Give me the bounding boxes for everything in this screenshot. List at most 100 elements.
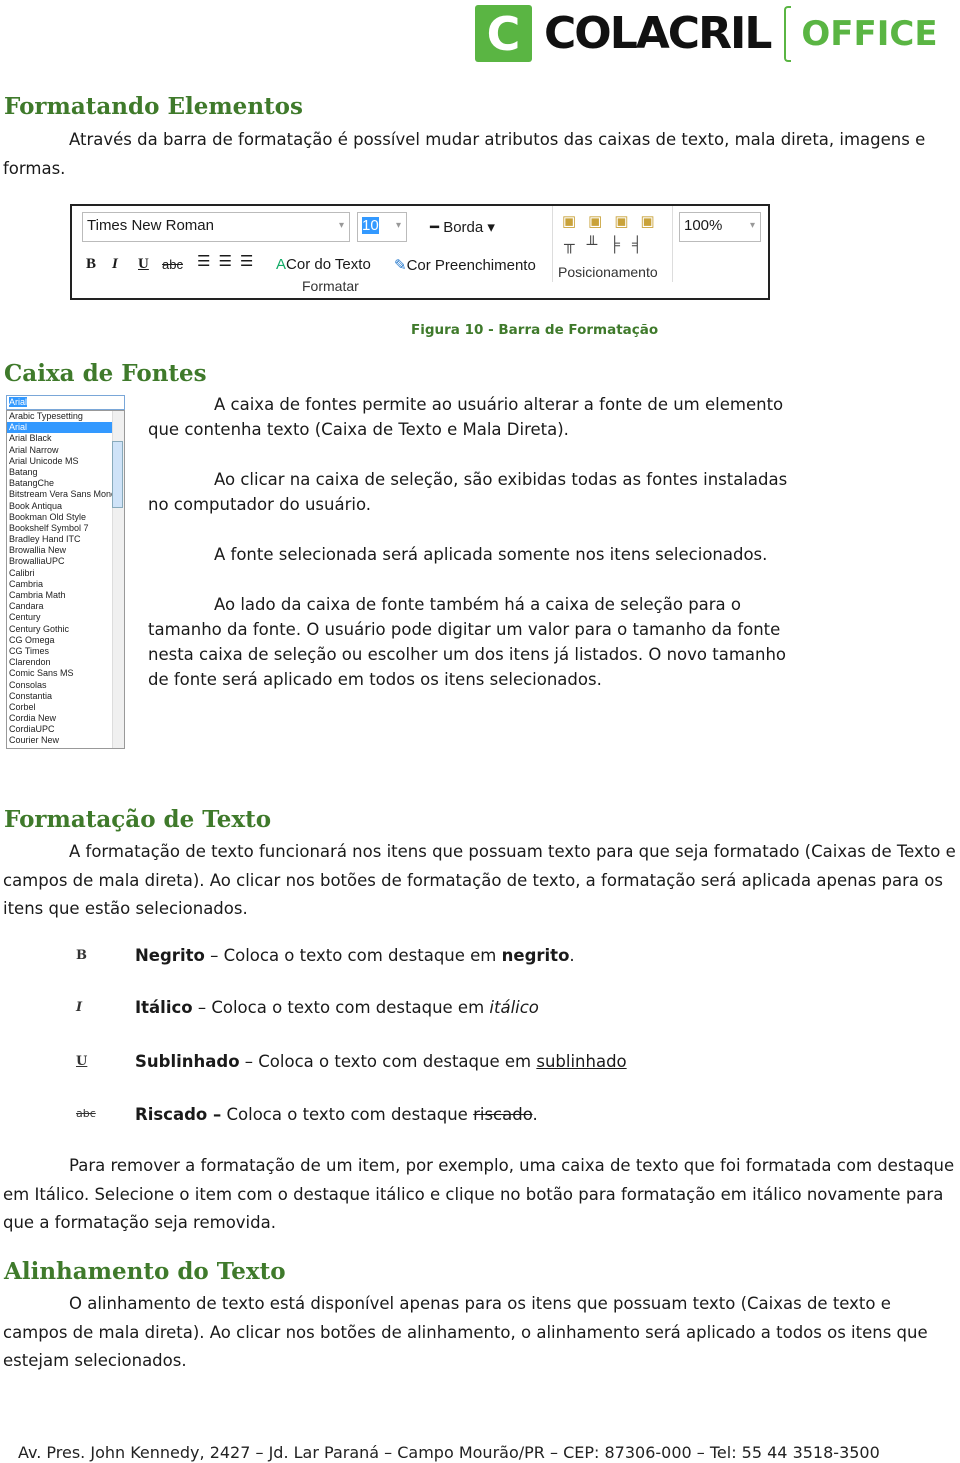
underline-icon: U <box>76 1054 88 1069</box>
font-list[interactable]: Arabic Typesetting Arial Arial Black Arial … <box>6 410 125 749</box>
italic-button[interactable]: I <box>112 256 118 273</box>
scrollbar-thumb[interactable] <box>112 441 123 508</box>
logo-bracket <box>784 5 792 62</box>
group-label-formatar: Formatar <box>302 278 359 294</box>
paragraph: Ao lado da caixa de fonte também há a ca… <box>148 595 787 689</box>
text-color-button[interactable]: ACor do Texto <box>276 256 371 273</box>
format-desc: Coloca o texto com destaque em <box>211 998 490 1017</box>
font-option[interactable]: CG Times <box>7 646 113 657</box>
font-select[interactable]: Times New Roman ▾ <box>82 212 350 242</box>
document-page: C COLACRIL OFFICE Formatando Elementos A… <box>0 0 960 1463</box>
font-option[interactable]: Arial Black <box>7 433 113 444</box>
font-option[interactable]: Century <box>7 612 113 623</box>
font-option[interactable]: Cambria Math <box>7 590 113 601</box>
chevron-down-icon: ▾ <box>749 220 755 231</box>
format-example: negrito <box>501 946 570 965</box>
border-button[interactable]: ━ Borda ▾ <box>430 218 495 236</box>
scrollbar[interactable] <box>112 411 124 748</box>
strike-icon: abc <box>76 1107 96 1120</box>
punct: . <box>569 946 575 965</box>
font-option[interactable]: Century Gothic <box>7 624 113 635</box>
size-select[interactable]: 10 ▾ <box>357 212 407 242</box>
paragraph: O alinhamento de texto está disponível a… <box>3 1294 928 1370</box>
italic-icon: I <box>76 1000 83 1015</box>
paragraph: A fonte selecionada será aplicada soment… <box>214 545 768 564</box>
format-desc: Coloca o texto com destaque em <box>258 1052 537 1071</box>
heading-caixa-fontes: Caixa de Fontes <box>4 360 207 387</box>
font-option[interactable]: CG Omega <box>7 635 113 646</box>
font-option[interactable]: Candara <box>7 601 113 612</box>
fill-color-button[interactable]: ✎Cor Preenchimento <box>394 256 536 274</box>
divider <box>672 206 673 282</box>
separator: – <box>239 1052 259 1071</box>
font-option[interactable]: Arial Unicode MS <box>7 456 113 467</box>
font-option[interactable]: BatangChe <box>7 478 113 489</box>
chevron-down-icon: ▾ <box>338 220 344 231</box>
font-option[interactable]: Corbel <box>7 702 113 713</box>
font-option[interactable]: Cordia New <box>7 713 113 724</box>
text-color-icon: A <box>276 256 287 273</box>
align-center-icon[interactable]: ☰ <box>218 253 239 270</box>
fill-color-icon: ✎ <box>394 257 407 274</box>
paragraph: A formatação de texto funcionará nos ite… <box>3 842 956 918</box>
fill-color-label: Cor Preenchimento <box>406 257 536 274</box>
align-buttons[interactable]: ☰☰☰ <box>197 252 261 270</box>
separator: – <box>204 946 224 965</box>
font-option[interactable]: Consolas <box>7 680 113 691</box>
font-option[interactable]: Calibri <box>7 568 113 579</box>
align-right-icon[interactable]: ☰ <box>240 253 261 270</box>
border-label: Borda <box>443 219 484 236</box>
font-option[interactable]: Bitstream Vera Sans Mono <box>7 489 113 500</box>
font-option[interactable]: Arial <box>7 422 113 434</box>
heading-formatacao-texto: Formatação de Texto <box>4 806 272 833</box>
logo-sub: OFFICE <box>801 13 938 54</box>
font-option[interactable]: CordiaUPC <box>7 724 113 735</box>
paragraph: Para remover a formatação de um item, po… <box>3 1156 955 1232</box>
font-option[interactable]: BrowalliaUPC <box>7 556 113 567</box>
font-option[interactable]: Batang <box>7 467 113 478</box>
font-option[interactable]: Cambria <box>7 579 113 590</box>
font-option[interactable]: Arial Narrow <box>7 445 113 456</box>
position-buttons[interactable]: ╥╨╞╡ <box>564 236 655 253</box>
font-option[interactable]: Courier New <box>7 735 113 746</box>
align-left-icon[interactable]: ☰ <box>197 253 218 270</box>
font-option[interactable]: Arabic Typesetting <box>7 411 113 422</box>
font-selected: Arial <box>9 397 28 407</box>
font-option[interactable]: Bookshelf Symbol 7 <box>7 523 113 534</box>
strike-button[interactable]: abc <box>162 257 183 272</box>
format-example: itálico <box>489 998 539 1017</box>
chevron-down-icon: ▾ <box>395 220 401 231</box>
format-desc: Coloca o texto com destaque <box>226 1105 474 1124</box>
paragraph: A caixa de fontes permite ao usuário alt… <box>148 395 784 439</box>
format-item: Riscado – Coloca o texto com destaque ri… <box>135 1105 538 1124</box>
arrange-buttons[interactable]: ▣▣▣▣ <box>562 212 667 230</box>
font-dropdown-figure: Arial Arabic Typesetting Arial Arial Black… <box>6 395 125 749</box>
logo-mark: C <box>475 5 532 62</box>
font-option[interactable]: Comic Sans MS <box>7 668 113 679</box>
font-option[interactable]: Constantia <box>7 691 113 702</box>
footer-address: Av. Pres. John Kennedy, 2427 – Jd. Lar P… <box>18 1443 880 1462</box>
font-select[interactable]: Arial <box>6 395 125 410</box>
format-item: Itálico – Coloca o texto com destaque em… <box>135 998 539 1017</box>
separator: – <box>192 998 212 1017</box>
size-value: 10 <box>362 217 379 234</box>
divider <box>552 206 553 282</box>
zoom-select[interactable]: 100% ▾ <box>679 212 761 242</box>
font-option[interactable]: Browallia New <box>7 545 113 556</box>
format-name: Negrito <box>135 946 205 965</box>
paragraph: Através da barra de formatação é possíve… <box>3 130 926 178</box>
format-name: Itálico <box>135 998 193 1017</box>
font-option[interactable]: Bookman Old Style <box>7 512 113 523</box>
group-label-posicionamento: Posicionamento <box>558 264 658 280</box>
format-example: sublinhado <box>536 1052 627 1071</box>
format-item: Negrito – Coloca o texto com destaque em… <box>135 946 575 965</box>
heading-formatando: Formatando Elementos <box>4 93 303 120</box>
format-name: Sublinhado <box>135 1052 240 1071</box>
font-option[interactable]: Clarendon <box>7 657 113 668</box>
font-option[interactable]: Bradley Hand ITC <box>7 534 113 545</box>
formatting-toolbar-figure: Times New Roman ▾ 10 ▾ ━ Borda ▾ B I U abc… <box>70 204 770 300</box>
bold-icon: B <box>76 948 87 963</box>
font-option[interactable]: Book Antiqua <box>7 501 113 512</box>
bold-button[interactable]: B <box>86 256 96 273</box>
underline-button[interactable]: U <box>138 256 149 273</box>
